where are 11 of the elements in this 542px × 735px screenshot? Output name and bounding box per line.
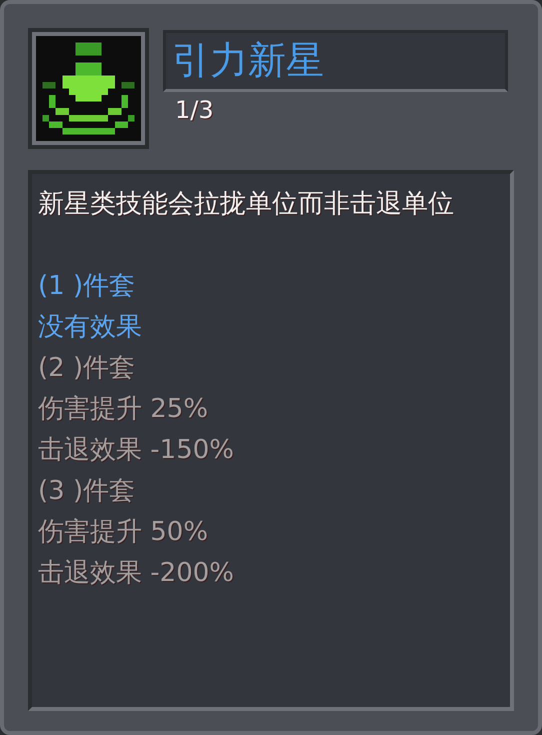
set-effect-text: 击退效果 -150% [38, 434, 235, 467]
set-effect-text: 伤害提升 25% [38, 393, 210, 426]
set-effect-text: 伤害提升 50% [38, 516, 210, 549]
set-effect-text: 击退效果 -200% [38, 557, 235, 590]
set-tier-label: (1 )件套 [38, 270, 136, 303]
set-tier-label: (3 )件套 [38, 475, 136, 508]
item-title: 引力新星 [163, 30, 508, 92]
set-effect-text: 没有效果 [38, 311, 143, 344]
description-text: 新星类技能会拉拢单位而非击退单位 [38, 188, 455, 221]
item-count: 1/3 [174, 95, 214, 124]
set-tier-label: (2 )件套 [38, 352, 136, 385]
